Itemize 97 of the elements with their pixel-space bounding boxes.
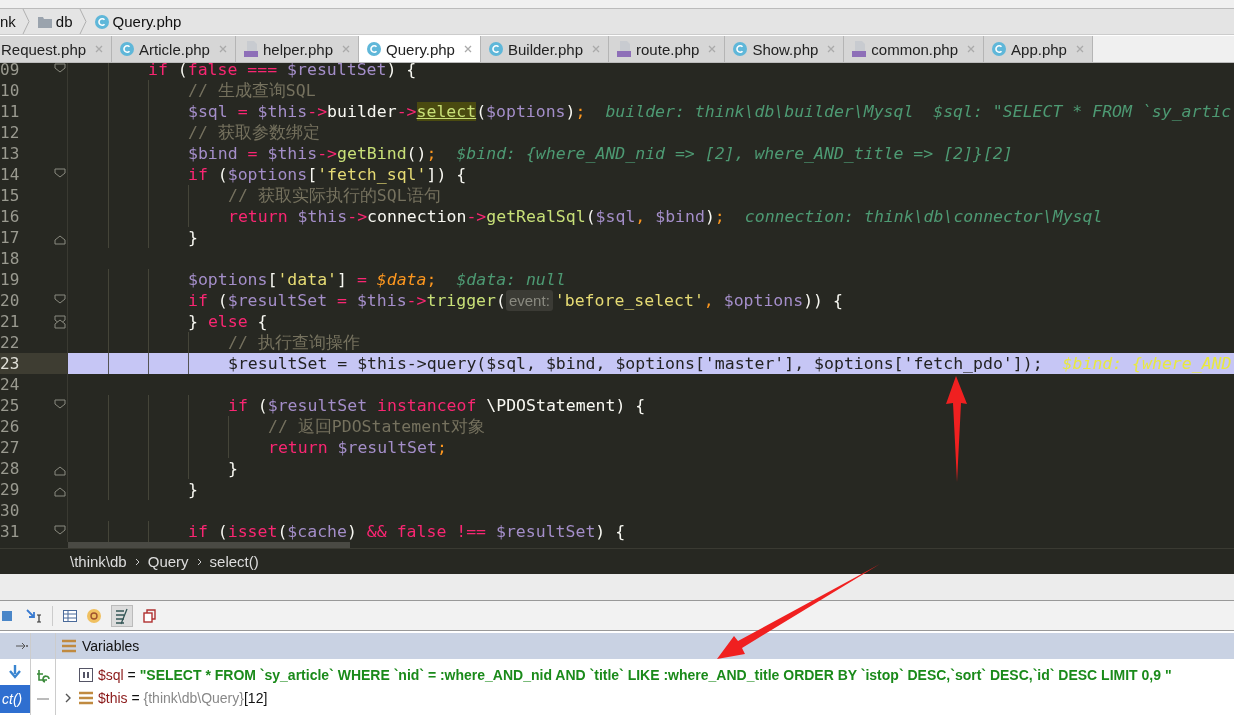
breadcrumb-item[interactable]: \think\db bbox=[70, 553, 127, 570]
line-number: 26 bbox=[0, 416, 20, 437]
line-number: 31 bbox=[0, 521, 20, 542]
watch-icon[interactable] bbox=[35, 668, 51, 684]
step-into-icon[interactable] bbox=[26, 608, 42, 623]
code-text: // 获取参数绑定 bbox=[188, 122, 320, 143]
class-icon bbox=[488, 42, 503, 56]
line-number: 16 bbox=[0, 206, 20, 227]
line-number: 27 bbox=[0, 437, 20, 458]
line-number: 19 bbox=[0, 269, 20, 290]
chevron-icon bbox=[21, 9, 30, 34]
inline-value-hint: $data: null bbox=[456, 269, 566, 290]
parameter-hint: event: bbox=[505, 290, 553, 311]
class-icon bbox=[120, 42, 135, 56]
variable-entry[interactable]: $sql = "SELECT * FROM `sy_article` WHERE `nid` = :where_AND_nid AND `title` LIKE :where_AND_title ORDER BY `istop` DESC,`sort` DESC,`id` DESC LIMIT 0,9 " bbox=[98, 666, 1172, 683]
line-number: 29 bbox=[0, 479, 20, 500]
code-text: return $this->connection->getRealSql($sql, $bind); bbox=[228, 206, 725, 227]
code-text: // 执行查询操作 bbox=[228, 332, 360, 353]
inline-value-hint: builder: think\db\builder\Mysql $sql: "SELECT * FROM `sy_artic bbox=[605, 101, 1232, 122]
line-number: 13 bbox=[0, 143, 20, 164]
editor-tab[interactable]: Show.php bbox=[725, 36, 845, 62]
editor-tab[interactable]: route.php bbox=[609, 36, 726, 62]
string-type-icon bbox=[79, 667, 93, 682]
line-number: 11 bbox=[0, 101, 20, 122]
breadcrumb-item[interactable]: Query bbox=[147, 553, 189, 570]
line-number: 12 bbox=[0, 122, 20, 143]
chevron-icon bbox=[134, 557, 140, 566]
class-icon bbox=[367, 42, 382, 56]
fold-marker-icon[interactable] bbox=[54, 315, 66, 329]
scrollbar-thumb[interactable] bbox=[68, 542, 350, 548]
code-text: if (isset($cache) && false !== $resultSet) { bbox=[188, 521, 626, 542]
stack-frame[interactable]: ct() bbox=[0, 685, 30, 713]
arrow-icon[interactable] bbox=[16, 642, 28, 650]
code-text: } bbox=[188, 479, 198, 500]
panel-title: Variables bbox=[82, 638, 140, 654]
line-number: 23 bbox=[0, 353, 20, 374]
line-number: 17 bbox=[0, 227, 20, 248]
class-icon bbox=[992, 42, 1007, 56]
line-number: 24 bbox=[0, 374, 20, 395]
code-text: if ($resultSet = $this->trigger( bbox=[188, 290, 506, 311]
path-item[interactable]: db bbox=[55, 13, 73, 30]
path-item[interactable]: Query.php bbox=[112, 13, 182, 30]
line-number: 20 bbox=[0, 290, 20, 311]
code-text: } bbox=[228, 458, 238, 479]
code-text: if ($options['fetch_sql']) { bbox=[188, 164, 467, 185]
list-icon bbox=[62, 639, 76, 653]
at-sign-icon[interactable] bbox=[87, 608, 101, 623]
code-text: 'before_select', $options)) { bbox=[554, 290, 843, 311]
copy-icon[interactable] bbox=[143, 608, 157, 623]
line-number: 28 bbox=[0, 458, 20, 479]
list-toggle-button[interactable] bbox=[111, 604, 133, 627]
path-item[interactable]: nk bbox=[0, 13, 16, 30]
editor-tab[interactable]: Request.php bbox=[0, 36, 113, 62]
breadcrumb-item[interactable]: select() bbox=[209, 553, 259, 570]
code-text: if ($resultSet instanceof \PDOStatement) { bbox=[228, 395, 646, 416]
folder-icon bbox=[37, 15, 52, 28]
editor-tab[interactable]: Query.php bbox=[359, 36, 481, 62]
line-number: 15 bbox=[0, 185, 20, 206]
line-number: 14 bbox=[0, 164, 20, 185]
object-type-icon bbox=[79, 690, 93, 705]
code-text: $sql = $this->builder->select($options); bbox=[188, 101, 586, 122]
line-number: 21 bbox=[0, 311, 20, 332]
inline-value-hint: $bind: {where_AND bbox=[1062, 353, 1232, 374]
editor-tab[interactable]: common.php bbox=[844, 36, 985, 62]
code-text: $options['data'] = $data; bbox=[188, 269, 437, 290]
php-file-icon bbox=[617, 41, 632, 57]
code-text: return $resultSet; bbox=[268, 437, 447, 458]
editor-tab[interactable]: Article.php bbox=[112, 36, 236, 62]
chevron-icon bbox=[196, 557, 202, 566]
php-file-icon bbox=[243, 41, 258, 57]
line-number: 22 bbox=[0, 332, 20, 353]
table-icon[interactable] bbox=[63, 609, 77, 622]
line-number: 09 bbox=[0, 63, 20, 80]
code-text: $bind = $this->getBind(); bbox=[188, 143, 437, 164]
class-icon bbox=[733, 42, 748, 56]
line-number: 30 bbox=[0, 500, 20, 521]
inline-value-hint: connection: think\db\connector\Mysql bbox=[744, 206, 1103, 227]
line-number: 18 bbox=[0, 248, 20, 269]
code-text: } else { bbox=[188, 311, 268, 332]
code-text: if (false === $resultSet) { bbox=[148, 63, 417, 80]
code-text: $resultSet = $this->query($sql, $bind, $options['master'], $options['fetch_pdo']); bbox=[228, 353, 1043, 374]
line-number: 10 bbox=[0, 80, 20, 101]
code-text: // 生成查询SQL bbox=[188, 80, 316, 101]
down-arrow-icon[interactable] bbox=[9, 665, 21, 679]
editor-tab[interactable]: Builder.php bbox=[480, 36, 610, 62]
chevron-icon bbox=[78, 9, 87, 34]
variable-entry[interactable]: $this = {think\db\Query}[12] bbox=[98, 689, 268, 706]
editor-tab[interactable]: helper.php bbox=[235, 36, 360, 62]
class-icon bbox=[94, 14, 109, 29]
code-text: // 获取实际执行的SQL语句 bbox=[228, 185, 441, 206]
line-number: 25 bbox=[0, 395, 20, 416]
php-file-icon bbox=[852, 41, 867, 57]
inline-value-hint: $bind: {where_AND_nid => [2], where_AND_title => [2]}[2] bbox=[456, 143, 1013, 164]
close-icon[interactable] bbox=[463, 45, 472, 53]
code-text: // 返回PDOStatement对象 bbox=[268, 416, 485, 437]
code-text: } bbox=[188, 227, 198, 248]
editor-tab[interactable]: App.php bbox=[984, 36, 1093, 62]
